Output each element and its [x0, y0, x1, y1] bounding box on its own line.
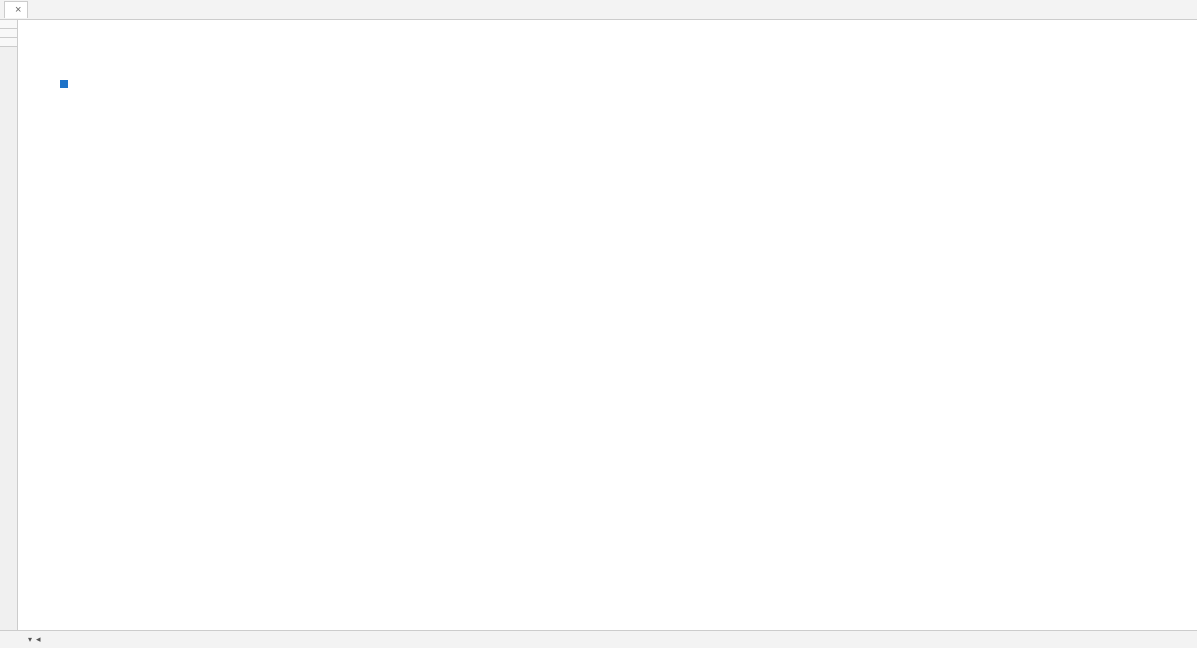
- side-tab-dmv[interactable]: [0, 38, 17, 47]
- side-tabs: [0, 20, 18, 630]
- editor-window: × ▾ ◂: [0, 0, 1197, 648]
- tab-query1[interactable]: ×: [4, 1, 28, 18]
- tab-bar: ×: [0, 0, 1197, 20]
- code-area[interactable]: [60, 20, 1197, 630]
- line-number-gutter: [18, 20, 60, 630]
- side-tab-functions[interactable]: [0, 29, 17, 38]
- side-tab-metadata[interactable]: [0, 20, 17, 29]
- zoom-dropdown-icon[interactable]: ▾: [28, 635, 32, 644]
- code-editor[interactable]: [18, 20, 1197, 630]
- selection-highlight-box: [60, 80, 68, 88]
- nav-left-icon[interactable]: ◂: [36, 634, 41, 645]
- main-area: [0, 20, 1197, 630]
- close-icon[interactable]: ×: [15, 4, 21, 16]
- status-bar: ▾ ◂: [0, 630, 1197, 648]
